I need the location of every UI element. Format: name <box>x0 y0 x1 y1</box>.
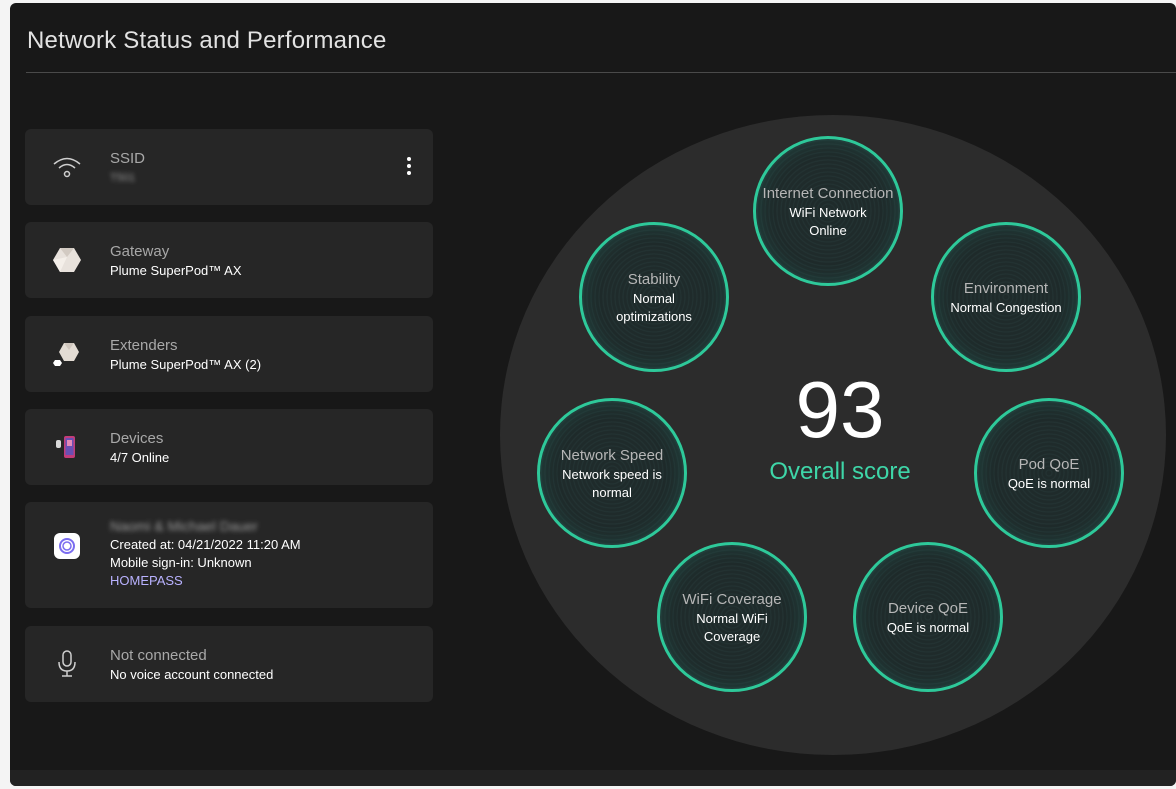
panel-title: Network Status and Performance <box>27 27 387 54</box>
bottom-bar <box>10 770 1176 786</box>
internet-connection-bubble[interactable]: Internet Connection WiFi Network Online <box>753 136 903 286</box>
microphone-icon <box>49 646 85 682</box>
ssid-card: SSID T501 <box>25 129 433 205</box>
ssid-value: T501 <box>110 172 136 184</box>
pod-qoe-status: QoE is normal <box>1007 475 1091 491</box>
gateway-label: Gateway <box>110 243 170 260</box>
internet-connection-status: WiFi Network Online <box>789 204 867 238</box>
gateway-card[interactable]: Gateway Plume SuperPod™ AX <box>25 222 433 298</box>
pod-qoe-bubble[interactable]: Pod QoE QoE is normal <box>974 398 1124 548</box>
voice-label: Not connected <box>110 647 207 664</box>
extenders-card[interactable]: Extenders Plume SuperPod™ AX (2) <box>25 316 433 392</box>
devices-value: 4/7 Online <box>110 450 170 465</box>
account-mobile-signin: Mobile sign-in: Unknown <box>110 555 252 570</box>
network-speed-status: Network speed is normal <box>562 466 662 500</box>
environment-title: Environment <box>963 279 1049 297</box>
wifi-coverage-title: WiFi Coverage <box>682 590 782 608</box>
environment-bubble[interactable]: Environment Normal Congestion <box>931 222 1081 372</box>
overall-score-value: 93 <box>795 365 885 454</box>
homepass-link[interactable]: HOMEPASS <box>110 572 301 590</box>
gateway-pod-icon <box>49 242 85 278</box>
device-qoe-title: Device QoE <box>887 599 969 617</box>
stability-title: Stability <box>627 270 681 288</box>
devices-label: Devices <box>110 430 164 447</box>
overall-score-label: Overall score <box>769 458 911 485</box>
device-qoe-bubble[interactable]: Device QoE QoE is normal <box>853 542 1003 692</box>
gateway-value: Plume SuperPod™ AX <box>110 263 242 278</box>
pod-qoe-title: Pod QoE <box>1018 455 1080 473</box>
device-qoe-status: QoE is normal <box>886 619 970 635</box>
environment-status: Normal Congestion <box>950 299 1062 315</box>
account-created: Created at: 04/21/2022 11:20 AM <box>110 537 301 552</box>
network-status-panel: Network Status and Performance SSID T501 <box>10 3 1176 786</box>
extenders-value: Plume SuperPod™ AX (2) <box>110 357 262 372</box>
network-speed-title: Network Speed <box>560 446 664 464</box>
account-card: Naomi & Michael Dauer Created at: 04/21/… <box>25 502 433 608</box>
voice-value: No voice account connected <box>110 667 274 682</box>
internet-connection-title: Internet Connection <box>762 184 894 202</box>
devices-icon <box>49 429 85 465</box>
more-options-icon[interactable] <box>407 157 411 178</box>
stability-bubble[interactable]: Stability Normal optimizations <box>579 222 729 372</box>
title-divider <box>26 72 1176 73</box>
extenders-label: Extenders <box>110 337 178 354</box>
wifi-coverage-status: Normal WiFi Coverage <box>696 610 768 644</box>
homepass-app-icon <box>49 528 85 564</box>
extender-pods-icon <box>49 336 85 372</box>
wifi-coverage-bubble[interactable]: WiFi Coverage Normal WiFi Coverage <box>657 542 807 692</box>
voice-card[interactable]: Not connected No voice account connected <box>25 626 433 702</box>
stability-status: Normal optimizations <box>616 290 692 324</box>
network-speed-bubble[interactable]: Network Speed Network speed is normal <box>537 398 687 548</box>
ssid-label: SSID <box>110 150 146 167</box>
account-name: Naomi & Michael Dauer <box>110 518 258 534</box>
devices-card[interactable]: Devices 4/7 Online <box>25 409 433 485</box>
wifi-icon <box>49 149 85 185</box>
